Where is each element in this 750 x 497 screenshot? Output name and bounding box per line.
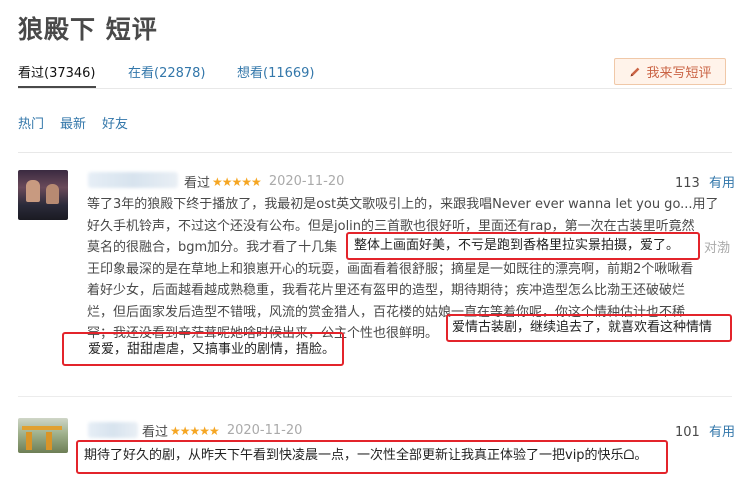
- highlight-box: [76, 440, 668, 474]
- comment-date: 2020-11-20: [226, 423, 303, 438]
- vote-count: 101 有用: [675, 421, 735, 440]
- comment-line: 王印象最深的是在草地上和狼崽开心的玩耍，画面看着很舒服；摘星是一如既往的漂亮啊，…: [87, 261, 694, 277]
- rating-stars: ★★★★★: [212, 174, 262, 189]
- comment-line: 等了3年的狼殿下终于播放了，我最初是ost英文歌吸引上的，来跟我唱Never e…: [87, 197, 719, 212]
- username-blurred[interactable]: [88, 422, 138, 438]
- rating-stars: ★★★★★: [170, 423, 220, 438]
- comment-line-tail: 对渤: [704, 241, 731, 256]
- useful-button[interactable]: 有用: [709, 425, 735, 440]
- filter-friends[interactable]: 好友: [102, 113, 128, 132]
- tab-want-to-watch[interactable]: 想看(11669): [237, 62, 315, 81]
- avatar[interactable]: [18, 170, 68, 220]
- vote-number: 113: [675, 176, 700, 191]
- tab-watched[interactable]: 看过(37346): [18, 62, 96, 81]
- highlight-box: [346, 232, 700, 260]
- username-blurred[interactable]: [88, 172, 178, 188]
- avatar[interactable]: [18, 418, 68, 453]
- write-review-button[interactable]: 我来写短评: [614, 58, 726, 85]
- comment-line: 着好少女，后面越看越成熟稳重，我看花片里还有盔甲的造型，期待期待；疾冲造型怎么比…: [87, 283, 686, 298]
- divider: [18, 152, 732, 153]
- comment-meta: 看过 ★★★★★ 2020-11-20: [142, 421, 302, 440]
- divider: [18, 396, 732, 397]
- vote-number: 101: [675, 425, 700, 440]
- watch-status: 看过: [142, 425, 169, 440]
- tab-watching[interactable]: 在看(22878): [128, 62, 206, 81]
- watch-status: 看过: [184, 176, 211, 191]
- vote-count: 113 有用: [675, 172, 735, 191]
- write-review-label: 我来写短评: [646, 66, 712, 81]
- comment-meta: 看过 ★★★★★ 2020-11-20: [184, 172, 344, 191]
- divider: [18, 88, 732, 89]
- page-title: 狼殿下 短评: [18, 15, 158, 44]
- highlight-box: [62, 332, 344, 366]
- comment-date: 2020-11-20: [268, 174, 345, 189]
- pencil-icon: [631, 67, 640, 76]
- useful-button[interactable]: 有用: [709, 176, 735, 191]
- filter-hot[interactable]: 热门: [18, 113, 44, 132]
- filter-latest[interactable]: 最新: [60, 113, 86, 132]
- highlight-box: [446, 314, 732, 342]
